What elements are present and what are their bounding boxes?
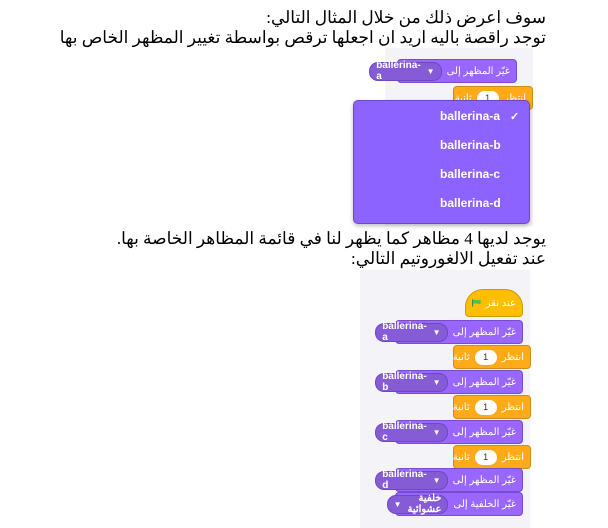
costume-dropdown[interactable]: ballerina-a ▼	[375, 321, 448, 343]
body-line-4: عند تفعيل الالغوروتيم التالي:	[351, 249, 546, 268]
green-flag-icon	[472, 299, 481, 307]
costume-dropdown[interactable]: ballerina-b ▼	[375, 371, 448, 393]
block-label: انتظر	[501, 451, 524, 463]
block-unit: ثانية	[452, 451, 470, 463]
switch-costume-block[interactable]: غيّر المظهر إلى ballerina-b ▼	[375, 370, 523, 394]
costume-dropdown[interactable]: ballerina-c ▼	[375, 421, 448, 443]
dropdown-value: ballerina-a	[382, 321, 427, 343]
dropdown-value: ballerina-b	[382, 371, 427, 393]
block-label: غيّر المظهر إلى	[446, 65, 510, 77]
intro-line-2: توجد راقصة باليه اريد ان اجعلها ترقص بوا…	[59, 28, 546, 47]
costume-dropdown-menu: ballerina-a ✓ ballerina-b ballerina-c ba…	[353, 100, 530, 224]
block-label: انتظر	[501, 351, 524, 363]
block-unit: ثانية	[452, 351, 470, 363]
block-label: غيّر المظهر إلى	[452, 376, 516, 388]
body-line-3: يوجد لديها 4 مظاهر كما يظهر لنا في قائمة…	[116, 229, 546, 248]
costume-dropdown[interactable]: ballerina-d ▼	[375, 469, 448, 491]
dropdown-caret-icon: ▼	[432, 475, 441, 485]
dropdown-caret-icon: ▼	[432, 427, 441, 437]
wait-block[interactable]: انتظر 1 ثانية	[453, 345, 531, 369]
dropdown-value: ballerina-a	[376, 60, 421, 82]
menu-item-label: ballerina-b	[440, 138, 501, 152]
dropdown-caret-icon: ▼	[432, 377, 441, 387]
dropdown-caret-icon: ▼	[432, 327, 441, 337]
backdrop-dropdown[interactable]: خلفية عشوائية ▼	[386, 493, 449, 515]
when-flag-clicked-block[interactable]: عند نقر	[465, 289, 523, 317]
switch-costume-block[interactable]: غيّر المظهر إلى ballerina-a ▼	[369, 59, 517, 83]
wait-input[interactable]: 1	[474, 449, 497, 465]
menu-item-ballerina-d[interactable]: ballerina-d	[354, 192, 529, 214]
menu-item-ballerina-b[interactable]: ballerina-b	[354, 134, 529, 156]
block-unit: ثانية	[452, 401, 470, 413]
wait-block[interactable]: انتظر 1 ثانية	[453, 445, 531, 469]
block-label: غيّر المظهر إلى	[452, 426, 516, 438]
switch-costume-block[interactable]: غيّر المظهر إلى ballerina-a ▼	[375, 320, 523, 344]
menu-item-label: ballerina-c	[440, 167, 501, 181]
checkmark-icon: ✓	[510, 110, 520, 123]
menu-item-label: ballerina-d	[440, 196, 501, 210]
dropdown-value: ballerina-d	[382, 469, 427, 491]
dropdown-value: ballerina-c	[382, 421, 427, 443]
wait-input[interactable]: 1	[474, 349, 497, 365]
menu-item-label: ballerina-a	[440, 109, 501, 123]
block-label: عند نقر	[485, 297, 516, 309]
switch-backdrop-block[interactable]: غيّر الخلفية إلى خلفية عشوائية ▼	[386, 492, 523, 516]
block-label: غيّر الخلفية إلى	[453, 498, 516, 510]
block-label: غيّر المظهر إلى	[452, 326, 516, 338]
block-label: انتظر	[501, 401, 524, 413]
dropdown-value: خلفية عشوائية	[407, 493, 442, 515]
block-label: غيّر المظهر إلى	[452, 474, 516, 486]
wait-block[interactable]: انتظر 1 ثانية	[453, 395, 531, 419]
dropdown-caret-icon: ▼	[393, 499, 402, 509]
wait-input[interactable]: 1	[474, 399, 497, 415]
switch-costume-block[interactable]: غيّر المظهر إلى ballerina-d ▼	[375, 468, 523, 492]
switch-costume-block[interactable]: غيّر المظهر إلى ballerina-c ▼	[375, 420, 523, 444]
costume-dropdown[interactable]: ballerina-a ▼	[369, 60, 442, 82]
intro-line-1: سوف اعرض ذلك من خلال المثال التالي:	[266, 8, 546, 27]
dropdown-caret-icon: ▼	[426, 66, 435, 76]
menu-item-ballerina-a[interactable]: ballerina-a ✓	[354, 105, 529, 127]
menu-item-ballerina-c[interactable]: ballerina-c	[354, 163, 529, 185]
